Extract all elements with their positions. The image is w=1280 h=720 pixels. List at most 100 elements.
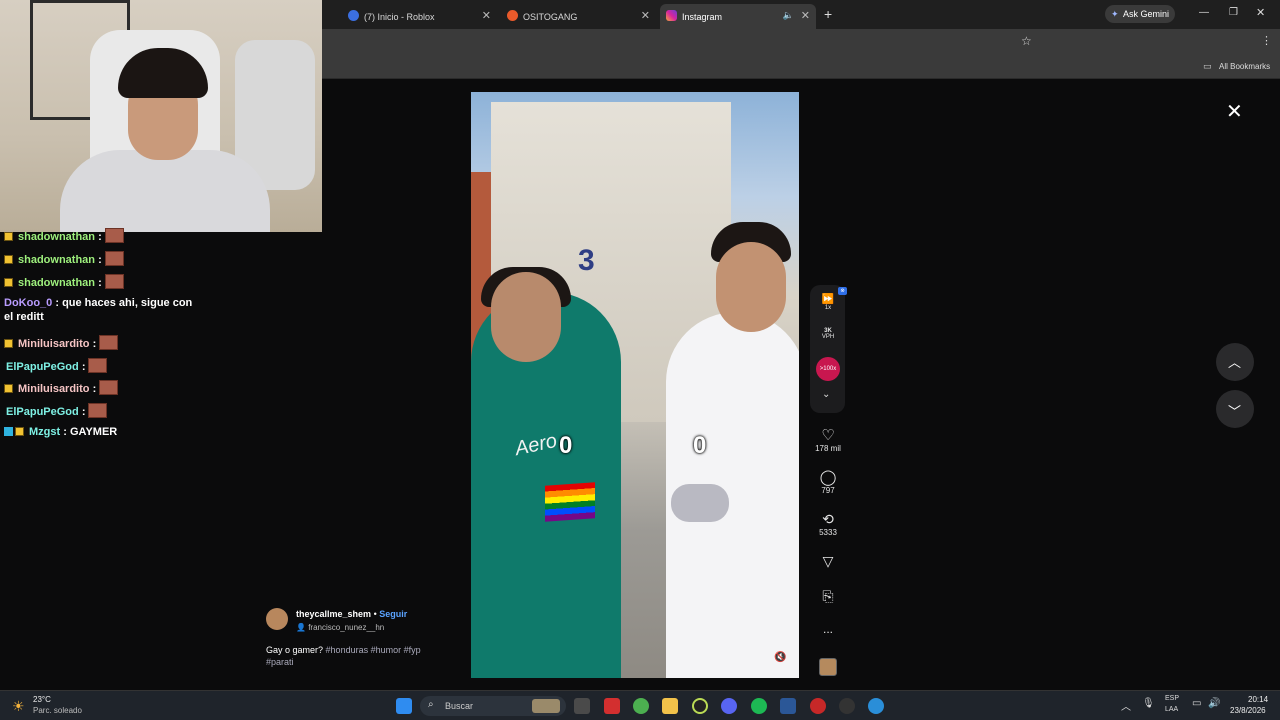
more-button[interactable]: ... (805, 622, 851, 636)
ask-gemini-label: Ask Gemini (1123, 9, 1170, 19)
file-explorer-icon[interactable] (662, 698, 678, 714)
clock-date[interactable]: 23/8/2026 (1230, 706, 1266, 715)
close-window-icon[interactable]: ✕ (1256, 6, 1265, 19)
tab-label: Instagram (682, 11, 723, 22)
save-button[interactable]: ⎘ (805, 588, 851, 605)
windows-start-icon[interactable] (396, 698, 412, 714)
folder-icon: ▭ (1203, 61, 1212, 71)
share-button[interactable]: ▽ (805, 553, 851, 570)
trend-badge[interactable]: >100x (816, 357, 840, 381)
chat-message: Miniluisardito : (4, 380, 200, 396)
fast-forward-icon: ⏩ (821, 294, 835, 305)
speed-label: 1x (824, 305, 832, 311)
emote-icon (88, 403, 108, 418)
app-icon[interactable] (692, 698, 708, 714)
app-icon[interactable] (810, 698, 826, 714)
task-view-icon[interactable] (574, 698, 590, 714)
chat-user: shadownathan (18, 277, 96, 289)
discord-icon[interactable] (721, 698, 737, 714)
tab-label: (7) Inicio - Roblox (364, 11, 435, 22)
language-label[interactable]: ESP (1165, 695, 1179, 702)
word-icon[interactable] (780, 698, 796, 714)
chat-message: ElPapuPeGod : (4, 358, 200, 374)
ask-gemini-button[interactable]: ✦ Ask Gemini (1105, 5, 1175, 23)
audio-thumbnail[interactable] (819, 658, 837, 676)
search-input[interactable]: ⌕ Buscar (420, 696, 566, 716)
chevron-down-icon[interactable]: ⌄ (822, 389, 830, 400)
new-tab-icon[interactable]: + (824, 6, 832, 22)
like-button[interactable]: ♡ 178 mil (805, 426, 851, 453)
monitor-icon[interactable]: ▭ (1192, 698, 1201, 709)
spotify-icon[interactable] (751, 698, 767, 714)
chat-text: : (92, 338, 97, 350)
comments-count: 797 (821, 486, 835, 495)
chat-message: ElPapuPeGod : (4, 403, 200, 419)
emote-icon (104, 251, 124, 266)
mute-icon[interactable]: 🔇 (774, 652, 786, 663)
chat-text: : (92, 383, 97, 395)
chat-message: shadownathan : (4, 251, 200, 267)
gem-badge-icon (4, 427, 13, 436)
star-icon[interactable]: ☆ (1021, 34, 1032, 48)
windows-taskbar: ☀ 23°C Parc. soleado ⌕ Buscar ︿ 🎙 ESP LA… (0, 690, 1280, 720)
reddit-icon (507, 10, 518, 21)
chat-user: Mzgst (29, 426, 61, 438)
speaker-icon[interactable]: 🔈 (783, 10, 794, 21)
app-icon[interactable] (604, 698, 620, 714)
collab-user[interactable]: francisco_nunez__hn (308, 623, 384, 632)
comment-icon: ◯ (819, 469, 837, 486)
tab-roblox[interactable]: (7) Inicio - Roblox ✕ (342, 4, 497, 29)
speed-control[interactable]: ⏩ 1x (810, 294, 846, 311)
volume-icon[interactable]: 🔊 (1208, 698, 1220, 709)
emote-icon (99, 335, 119, 350)
clock-time[interactable]: 20:14 (1248, 695, 1268, 704)
avatar[interactable] (266, 608, 288, 630)
building-number: 3 (578, 244, 595, 277)
minimize-icon[interactable]: — (1199, 7, 1209, 18)
chrome-icon[interactable] (633, 698, 649, 714)
tab-ositogang[interactable]: OSITOGANG ✕ (501, 4, 656, 29)
chevron-up-icon[interactable]: ︿ (1121, 698, 1131, 713)
chat-user: Miniluisardito (18, 383, 90, 395)
emote-icon (99, 380, 119, 395)
heart-icon: ♡ (821, 427, 835, 444)
weather-icon: ☀ (12, 698, 25, 714)
language-variant[interactable]: LAA (1165, 706, 1178, 713)
search-highlight-icon (532, 699, 560, 713)
chat-user: ElPapuPeGod (6, 406, 79, 418)
chat-user: shadownathan (18, 254, 96, 266)
instagram-icon (666, 10, 677, 21)
tab-instagram[interactable]: Instagram 🔈 ✕ (660, 4, 816, 29)
chat-text: : (81, 361, 86, 373)
repost-button[interactable]: ⟲ 5333 (805, 511, 851, 537)
all-bookmarks-link[interactable]: All Bookmarks (1219, 62, 1270, 71)
next-button[interactable]: ﹀ (1216, 390, 1254, 428)
temperature[interactable]: 23°C (33, 695, 51, 704)
app-icon[interactable] (868, 698, 884, 714)
close-icon[interactable]: ✕ (1226, 99, 1243, 124)
close-icon[interactable]: ✕ (482, 9, 491, 22)
search-icon: ⌕ (428, 699, 434, 710)
close-icon[interactable]: ✕ (801, 9, 810, 22)
chat-message: shadownathan : (4, 274, 200, 290)
app-icon[interactable] (839, 698, 855, 714)
restore-icon[interactable]: ❐ (1229, 7, 1238, 18)
weather-text[interactable]: Parc. soleado (33, 706, 82, 715)
menu-icon[interactable]: ⋮ (1261, 34, 1272, 47)
comment-button[interactable]: ◯ 797 (805, 468, 851, 495)
chat-text: : (98, 254, 102, 266)
follow-button[interactable]: Seguir (379, 609, 407, 619)
reposts-count: 5333 (819, 528, 837, 537)
reel-video[interactable]: 3 Aero 0 0 🔇 (471, 92, 799, 678)
chat-text: : (98, 231, 102, 243)
previous-button[interactable]: ︿ (1216, 343, 1254, 381)
modal-backdrop (322, 80, 1280, 690)
chat-user: Miniluisardito (18, 338, 90, 350)
close-icon[interactable]: ✕ (641, 9, 650, 22)
chevron-down-icon: ﹀ (1228, 404, 1242, 419)
microphone-icon[interactable]: 🎙 (1142, 698, 1155, 709)
head-shape (716, 242, 786, 332)
vph-stat: 3K VPH (810, 328, 846, 340)
username-link[interactable]: theycallme_shem (296, 609, 371, 619)
chat-text: : GAYMER (63, 426, 118, 438)
